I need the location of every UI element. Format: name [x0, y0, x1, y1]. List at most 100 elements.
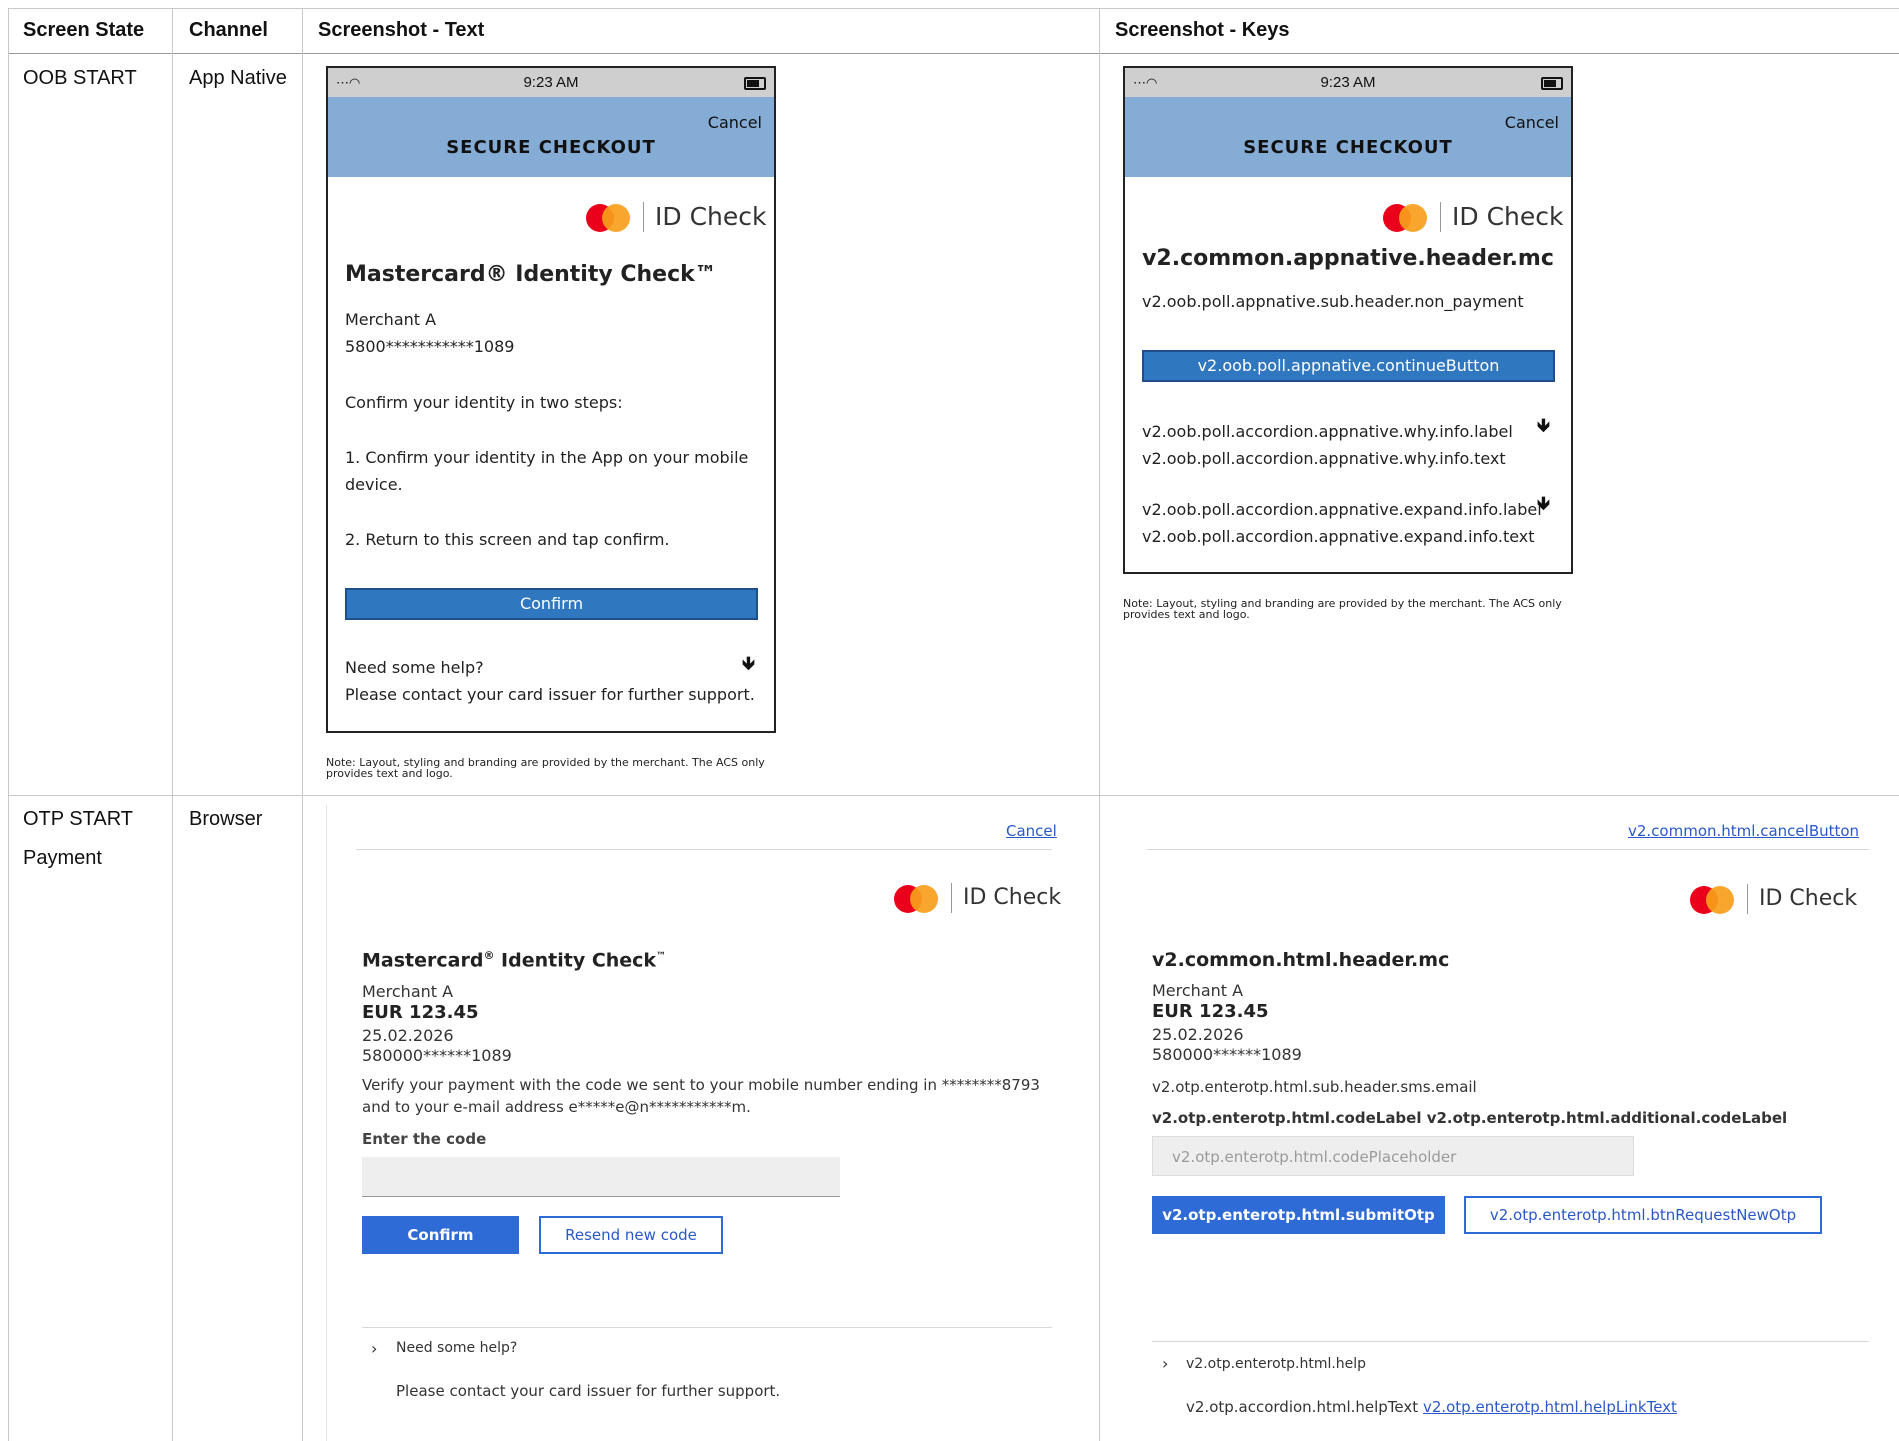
status-bar: ⋯◠ 9:23 AM	[328, 68, 774, 98]
help-text-line: v2.otp.accordion.html.helpText v2.otp.en…	[1186, 1398, 1677, 1416]
date: 25.02.2026	[362, 1026, 454, 1045]
help-text-key: v2.otp.accordion.html.helpText	[1186, 1398, 1419, 1416]
header-screen-state: Screen State	[23, 19, 145, 41]
help-text: Please contact your card issuer for furt…	[396, 1382, 781, 1400]
row1-channel: App Native	[189, 67, 287, 89]
note-line2: provides text and logo.	[326, 767, 453, 780]
merchant-note: Note: Layout, styling and branding are p…	[326, 757, 765, 779]
battery-icon	[744, 77, 766, 90]
logo-text: ID Check	[1759, 886, 1858, 911]
date: 25.02.2026	[1152, 1025, 1244, 1044]
header-screenshot-keys: Screenshot - Keys	[1115, 19, 1290, 41]
status-bar: ⋯◠ 9:23 AM	[1125, 68, 1571, 98]
otp-text-browser: Cancel ID Check Mastercard® Identity Che…	[326, 805, 1092, 1441]
logo-text: ID Check	[963, 885, 1062, 910]
screen-title: SECURE CHECKOUT	[446, 137, 656, 158]
expand-text-key: v2.oob.poll.accordion.appnative.expand.i…	[1142, 527, 1535, 546]
subheader-key: v2.oob.poll.appnative.sub.header.non_pay…	[1142, 292, 1524, 311]
code-input[interactable]	[362, 1157, 840, 1197]
verify-line1: Verify your payment with the code we sen…	[362, 1076, 1040, 1094]
help-link-key[interactable]: v2.otp.enterotp.html.helpLinkText	[1423, 1398, 1677, 1416]
request-new-otp-button-key[interactable]: v2.otp.enterotp.html.btnRequestNewOtp	[1464, 1196, 1822, 1234]
wifi-icon: ⋯◠	[336, 75, 361, 90]
confirm-button[interactable]: Confirm	[345, 588, 758, 620]
row-divider	[8, 795, 1899, 796]
header-bottom-border	[8, 53, 1899, 54]
logo-text: ID Check	[1452, 202, 1564, 231]
logo-text: ID Check	[655, 202, 767, 231]
code-placeholder-key: v2.otp.enterotp.html.codePlaceholder	[1172, 1148, 1457, 1166]
merchant-name: Merchant A	[1152, 981, 1244, 1000]
page-heading-key: v2.common.appnative.header.mc	[1142, 246, 1554, 271]
col-divider-1	[172, 8, 173, 1441]
merchant-note: Note: Layout, styling and branding are p…	[1123, 598, 1562, 620]
app-header: Cancel SECURE CHECKOUT	[328, 97, 774, 177]
subheader-key: v2.otp.enterotp.html.sub.header.sms.emai…	[1152, 1078, 1477, 1096]
mastercard-logo: ID Check	[1383, 200, 1563, 234]
col-divider-2	[302, 8, 303, 1441]
oob-text-phone: ⋯◠ 9:23 AM Cancel SECURE CHECKOUT ID Che…	[326, 66, 776, 733]
wifi-icon: ⋯◠	[1133, 75, 1158, 90]
row1-state: OOB START	[23, 67, 137, 89]
mastercard-logo: ID Check	[894, 881, 1064, 915]
header-screenshot-text: Screenshot - Text	[318, 19, 485, 41]
heading-reg: ®	[483, 949, 495, 962]
step2-text: 2. Return to this screen and tap confirm…	[345, 530, 670, 549]
intro-text: Confirm your identity in two steps:	[345, 393, 623, 412]
status-time: 9:23 AM	[1320, 74, 1376, 91]
why-label-key[interactable]: v2.oob.poll.accordion.appnative.why.info…	[1142, 422, 1513, 441]
cancel-link-key[interactable]: v2.common.html.cancelButton	[1628, 822, 1859, 840]
card-number: 580000******1089	[362, 1046, 512, 1065]
battery-icon	[1541, 77, 1563, 90]
confirm-button[interactable]: Confirm	[362, 1216, 519, 1254]
submit-otp-button-key[interactable]: v2.otp.enterotp.html.submitOtp	[1152, 1196, 1445, 1234]
card-number: 5800***********1089	[345, 337, 515, 356]
help-divider	[1152, 1341, 1869, 1342]
why-text-key: v2.oob.poll.accordion.appnative.why.info…	[1142, 449, 1506, 468]
heading-product: Identity Check	[494, 949, 657, 972]
help-label[interactable]: Need some help?	[345, 658, 484, 677]
cancel-link[interactable]: Cancel	[1505, 113, 1559, 132]
header-channel: Channel	[189, 19, 268, 41]
oob-keys-phone: ⋯◠ 9:23 AM Cancel SECURE CHECKOUT ID Che…	[1123, 66, 1573, 574]
merchant-name: Merchant A	[345, 310, 437, 329]
arrow-down-icon[interactable]: 🡻	[742, 651, 755, 681]
top-divider	[1147, 849, 1869, 850]
card-number: 580000******1089	[1152, 1045, 1302, 1064]
page-heading: Mastercard® Identity Check™	[362, 949, 666, 971]
table-top-border	[8, 8, 1899, 9]
row2-state-line1: OTP START	[23, 808, 134, 830]
help-label-key[interactable]: v2.otp.enterotp.html.help	[1186, 1356, 1366, 1372]
arrow-down-icon[interactable]: 🡻	[1537, 491, 1550, 521]
code-label: Enter the code	[362, 1130, 487, 1148]
mastercard-logo: ID Check	[1690, 882, 1865, 916]
page-heading-key: v2.common.html.header.mc	[1152, 949, 1450, 971]
app-header: Cancel SECURE CHECKOUT	[1125, 97, 1571, 177]
mastercard-logo: ID Check	[586, 200, 766, 234]
continue-button-key[interactable]: v2.oob.poll.appnative.continueButton	[1142, 350, 1555, 382]
expand-label-key[interactable]: v2.oob.poll.accordion.appnative.expand.i…	[1142, 500, 1542, 519]
status-time: 9:23 AM	[523, 74, 579, 91]
screen-title: SECURE CHECKOUT	[1243, 137, 1453, 158]
cancel-link[interactable]: Cancel	[1006, 822, 1057, 840]
arrow-down-icon[interactable]: 🡻	[1537, 413, 1550, 443]
top-divider	[356, 849, 1052, 850]
chevron-right-icon[interactable]: ›	[1162, 1354, 1168, 1373]
chevron-right-icon[interactable]: ›	[371, 1339, 377, 1358]
step1-line1: 1. Confirm your identity in the App on y…	[345, 448, 749, 467]
help-divider	[362, 1327, 1052, 1328]
verify-line2: and to your e-mail address e*****e@n****…	[362, 1098, 751, 1116]
heading-tm: ™	[656, 951, 667, 962]
resend-code-button[interactable]: Resend new code	[539, 1216, 723, 1254]
note-line2: provides text and logo.	[1123, 608, 1250, 621]
help-label[interactable]: Need some help?	[396, 1340, 517, 1356]
heading-brand: Mastercard	[362, 949, 484, 972]
cancel-link[interactable]: Cancel	[708, 113, 762, 132]
row2-channel: Browser	[189, 808, 263, 830]
row2-state-line2: Payment	[23, 847, 102, 869]
step1-line2: device.	[345, 475, 403, 494]
amount: EUR 123.45	[1152, 1001, 1269, 1022]
page-heading: Mastercard® Identity Check™	[345, 262, 717, 287]
otp-keys-browser: v2.common.html.cancelButton ID Check v2.…	[1123, 805, 1893, 1441]
col-divider-3	[1099, 8, 1100, 1441]
